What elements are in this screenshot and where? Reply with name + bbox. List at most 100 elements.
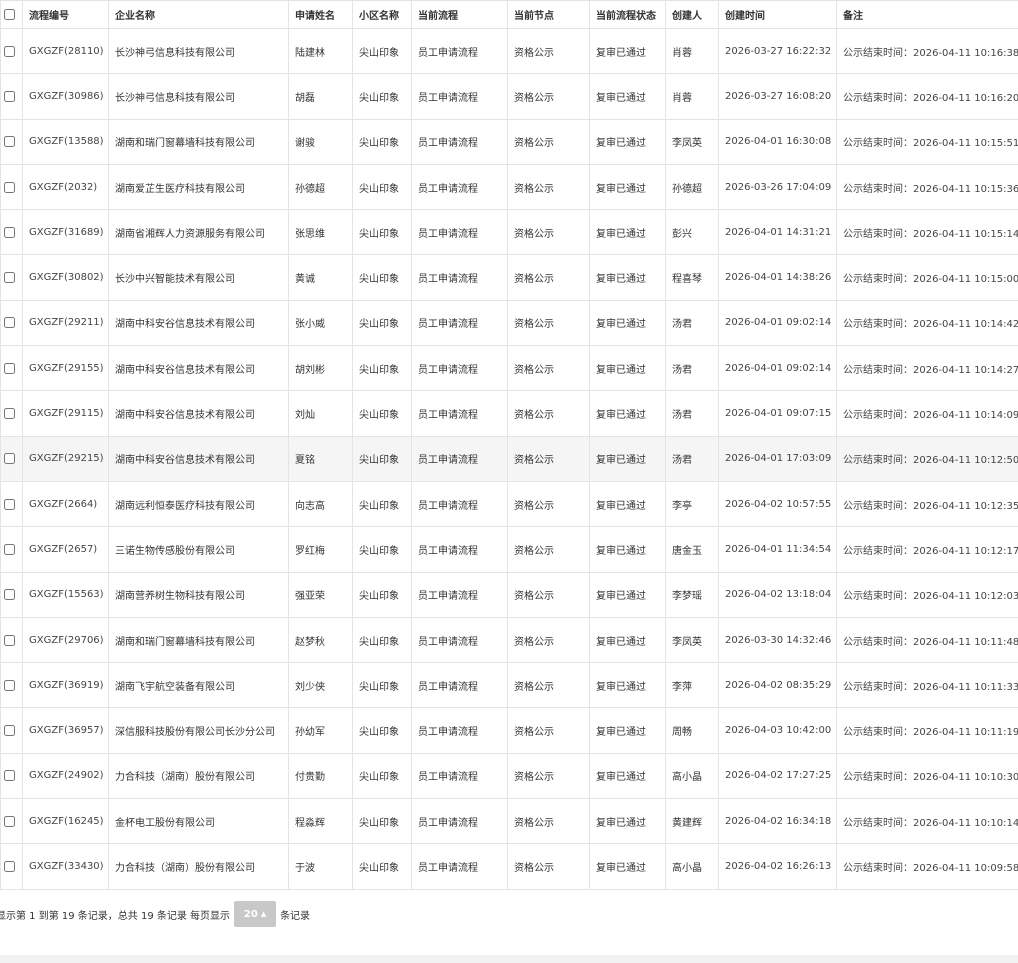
header-applicant-name[interactable]: 申请姓名 [288, 0, 353, 29]
row-checkbox[interactable] [4, 679, 15, 691]
header-flow-number[interactable]: 流程编号 [22, 0, 109, 29]
row-checkbox[interactable] [4, 498, 15, 510]
cell-current-node: 资格公示 [507, 209, 590, 256]
header-community-name[interactable]: 小区名称 [352, 0, 412, 29]
row-checkbox[interactable] [4, 725, 15, 737]
table-row[interactable]: GXGZF(2032) 湖南爱芷生医疗科技有限公司 孙德超 尖山印象 员工申请流程 资格公… [0, 163, 1018, 211]
cell-remarks: 公示结束时间：2026-04-11 10:14:27 [836, 345, 1018, 392]
row-checkbox[interactable] [4, 860, 15, 872]
page-size-dropdown[interactable]: 20 ▲ [234, 901, 277, 927]
cell-applicant-name: 程淼辉 [288, 798, 353, 845]
cell-community-name: 尖山印象 [352, 390, 412, 437]
cell-flow-number: GXGZF(30986) [22, 73, 109, 120]
row-checkbox[interactable] [4, 408, 15, 420]
row-checkbox[interactable] [4, 90, 15, 102]
table-row[interactable]: GXGZF(2664) 湖南远利恒泰医疗科技有限公司 向志高 尖山印象 员工申请流程 资格… [0, 480, 1018, 528]
row-checkbox[interactable] [4, 453, 15, 465]
table-row[interactable]: GXGZF(24902) 力合科技（湖南）股份有限公司 付贵勤 尖山印象 员工申请流程资… [0, 752, 1018, 800]
cell-current-node: 资格公示 [507, 571, 590, 618]
row-checkbox[interactable] [4, 770, 15, 782]
cell-current-flow: 员工申请流程 [411, 616, 508, 664]
cell-community-name: 尖山印象 [352, 662, 412, 709]
table-row[interactable]: GXGZF(15563) 湖南营养树生物科技有限公司 强亚荣 尖山印象 员工申请流程 资格… [0, 571, 1018, 618]
header-flow-status[interactable]: 当前流程状态 [589, 0, 666, 29]
row-checkbox[interactable] [4, 815, 15, 827]
row-checkbox[interactable] [4, 362, 15, 374]
cell-current-flow: 员工申请流程 [411, 209, 508, 256]
cell-flow-number: GXGZF(29215) [22, 435, 109, 482]
row-checkbox[interactable] [4, 589, 15, 601]
header-current-node[interactable]: 当前节点 [507, 0, 590, 29]
header-creator[interactable]: 创建人 [665, 0, 719, 29]
table-row[interactable]: GXGZF(29115) 湖南中科安谷信息技术有限公司 刘灿 尖山印象 员工申请流程 资格… [0, 390, 1018, 437]
table-row[interactable]: GXGZF(33430) 力合科技（湖南）股份有限公司 于波 尖山印象 员工申请流程 资格… [0, 843, 1018, 890]
cell-creator: 程喜琴 [665, 254, 719, 301]
row-checkbox[interactable] [4, 226, 15, 238]
row-checkbox[interactable] [4, 317, 15, 329]
cell-current-flow: 员工申请流程 [411, 571, 508, 618]
cell-remarks: 公示结束时间：2026-04-11 10:12:03 [836, 571, 1018, 618]
header-company-name[interactable]: 企业名称 [108, 0, 289, 29]
cell-current-node: 资格公示 [507, 345, 590, 392]
select-all-checkbox[interactable] [4, 9, 15, 20]
table-row[interactable]: GXGZF(36919) 湖南飞宇航空装备有限公司 刘少侠 尖山印象 员工申请流程 资格公… [0, 662, 1018, 709]
cell-current-flow: 员工申请流程 [411, 707, 508, 754]
cell-applicant-name: 于波 [288, 843, 353, 890]
row-checkbox[interactable] [4, 272, 15, 284]
table-row[interactable]: GXGZF(2657) 三诺生物传感股份有限公司 罗红梅 尖山印象 员工申请流程 资格公示… [0, 526, 1018, 573]
row-select-cell [0, 209, 23, 256]
pagination-summary: 显示第 1 到第 19 条记录，总共 19 条记录 每页显示 [0, 910, 231, 922]
row-checkbox[interactable] [4, 634, 15, 646]
table-row[interactable]: GXGZF(28110) 长沙神弓信息科技有限公司 陆建林 尖山印象 员工申请流程 资格公… [0, 27, 1018, 75]
row-select-cell [0, 662, 23, 709]
cell-remarks: 公示结束时间：2026-04-11 10:16:20 [836, 73, 1018, 120]
row-checkbox[interactable] [4, 136, 15, 148]
cell-community-name: 尖山印象 [352, 616, 412, 664]
cell-current-node: 资格公示 [507, 616, 590, 664]
table-row[interactable]: GXGZF(13588) 湖南和瑞门窗幕墙科技有限公司 谢骏 尖山印象 员工申请流程 资格… [0, 118, 1018, 165]
cell-creator: 汤君 [665, 345, 719, 392]
cell-remarks: 公示结束时间：2026-04-11 10:14:09 [836, 390, 1018, 437]
cell-remarks: 公示结束时间：2026-04-11 10:16:38 [836, 27, 1018, 75]
cell-created-time: 2026-03-27 16:22:32 [718, 27, 837, 75]
cell-community-name: 尖山印象 [352, 435, 412, 482]
table-row[interactable]: GXGZF(29155) 湖南中科安谷信息技术有限公司 胡刘彬 尖山印象 员工申请流程资… [0, 345, 1018, 392]
cell-created-time: 2026-04-01 14:31:21 [718, 209, 837, 256]
cell-current-flow: 员工申请流程 [411, 752, 508, 800]
row-checkbox[interactable] [4, 543, 15, 555]
cell-current-node: 资格公示 [507, 662, 590, 709]
header-remarks[interactable]: 备注 [836, 0, 1018, 29]
cell-applicant-name: 陆建林 [288, 27, 353, 75]
cell-flow-status: 复审已通过 [589, 752, 666, 800]
row-checkbox[interactable] [4, 45, 15, 57]
cell-creator: 高小晶 [665, 843, 719, 890]
table-row[interactable]: GXGZF(29706) 湖南和瑞门窗幕墙科技有限公司 赵梦秋 尖山印象 员工申请流程资… [0, 616, 1018, 664]
header-current-flow[interactable]: 当前流程 [411, 0, 508, 29]
cell-created-time: 2026-04-01 09:02:14 [718, 345, 837, 392]
cell-created-time: 2026-04-01 16:30:08 [718, 118, 837, 165]
cell-flow-status: 复审已通过 [589, 73, 666, 120]
table-row[interactable]: GXGZF(30802) 长沙中兴智能技术有限公司 黄诚 尖山印象 员工申请流程 资格公示… [0, 254, 1018, 301]
page-footer [0, 955, 1018, 963]
table-row[interactable]: GXGZF(31689) 湖南省湘辉人力资源服务有限公司 张思维 尖山印象 员工申请流程… [0, 209, 1018, 256]
table-body: GXGZF(28110) 长沙神弓信息科技有限公司 陆建林 尖山印象 员工申请流程 资格公… [0, 27, 1018, 890]
cell-created-time: 2026-03-30 14:32:46 [718, 616, 837, 664]
row-select-cell [0, 390, 23, 437]
table-row[interactable]: GXGZF(29215) 湖南中科安谷信息技术有限公司 夏铭 尖山印象 员工申请流程 资格… [0, 435, 1018, 482]
cell-applicant-name: 张思维 [288, 209, 353, 256]
cell-created-time: 2026-04-03 10:42:00 [718, 707, 837, 754]
cell-created-time: 2026-04-02 08:35:29 [718, 662, 837, 709]
header-created-time[interactable]: 创建时间 [718, 0, 837, 29]
table-row[interactable]: GXGZF(30986) 长沙神弓信息科技有限公司 胡磊 尖山印象 员工申请流程 资格公示… [0, 73, 1018, 120]
row-select-cell [0, 843, 23, 890]
cell-flow-status: 复审已通过 [589, 526, 666, 573]
cell-community-name: 尖山印象 [352, 299, 412, 347]
table-row[interactable]: GXGZF(36957) 深信服科技股份有限公司长沙分公司 孙幼军 尖山印象 员工申请流… [0, 707, 1018, 754]
row-checkbox[interactable] [4, 181, 15, 193]
table-row[interactable]: GXGZF(16245) 金杯电工股份有限公司 程淼辉 尖山印象 员工申请流程 资格公示复… [0, 798, 1018, 845]
cell-current-node: 资格公示 [507, 73, 590, 120]
cell-flow-status: 复审已通过 [589, 707, 666, 754]
table-row[interactable]: GXGZF(29211) 湖南中科安谷信息技术有限公司 张小威 尖山印象 员工申请流程资… [0, 299, 1018, 347]
cell-creator: 李萍 [665, 662, 719, 709]
cell-applicant-name: 黄诚 [288, 254, 353, 301]
